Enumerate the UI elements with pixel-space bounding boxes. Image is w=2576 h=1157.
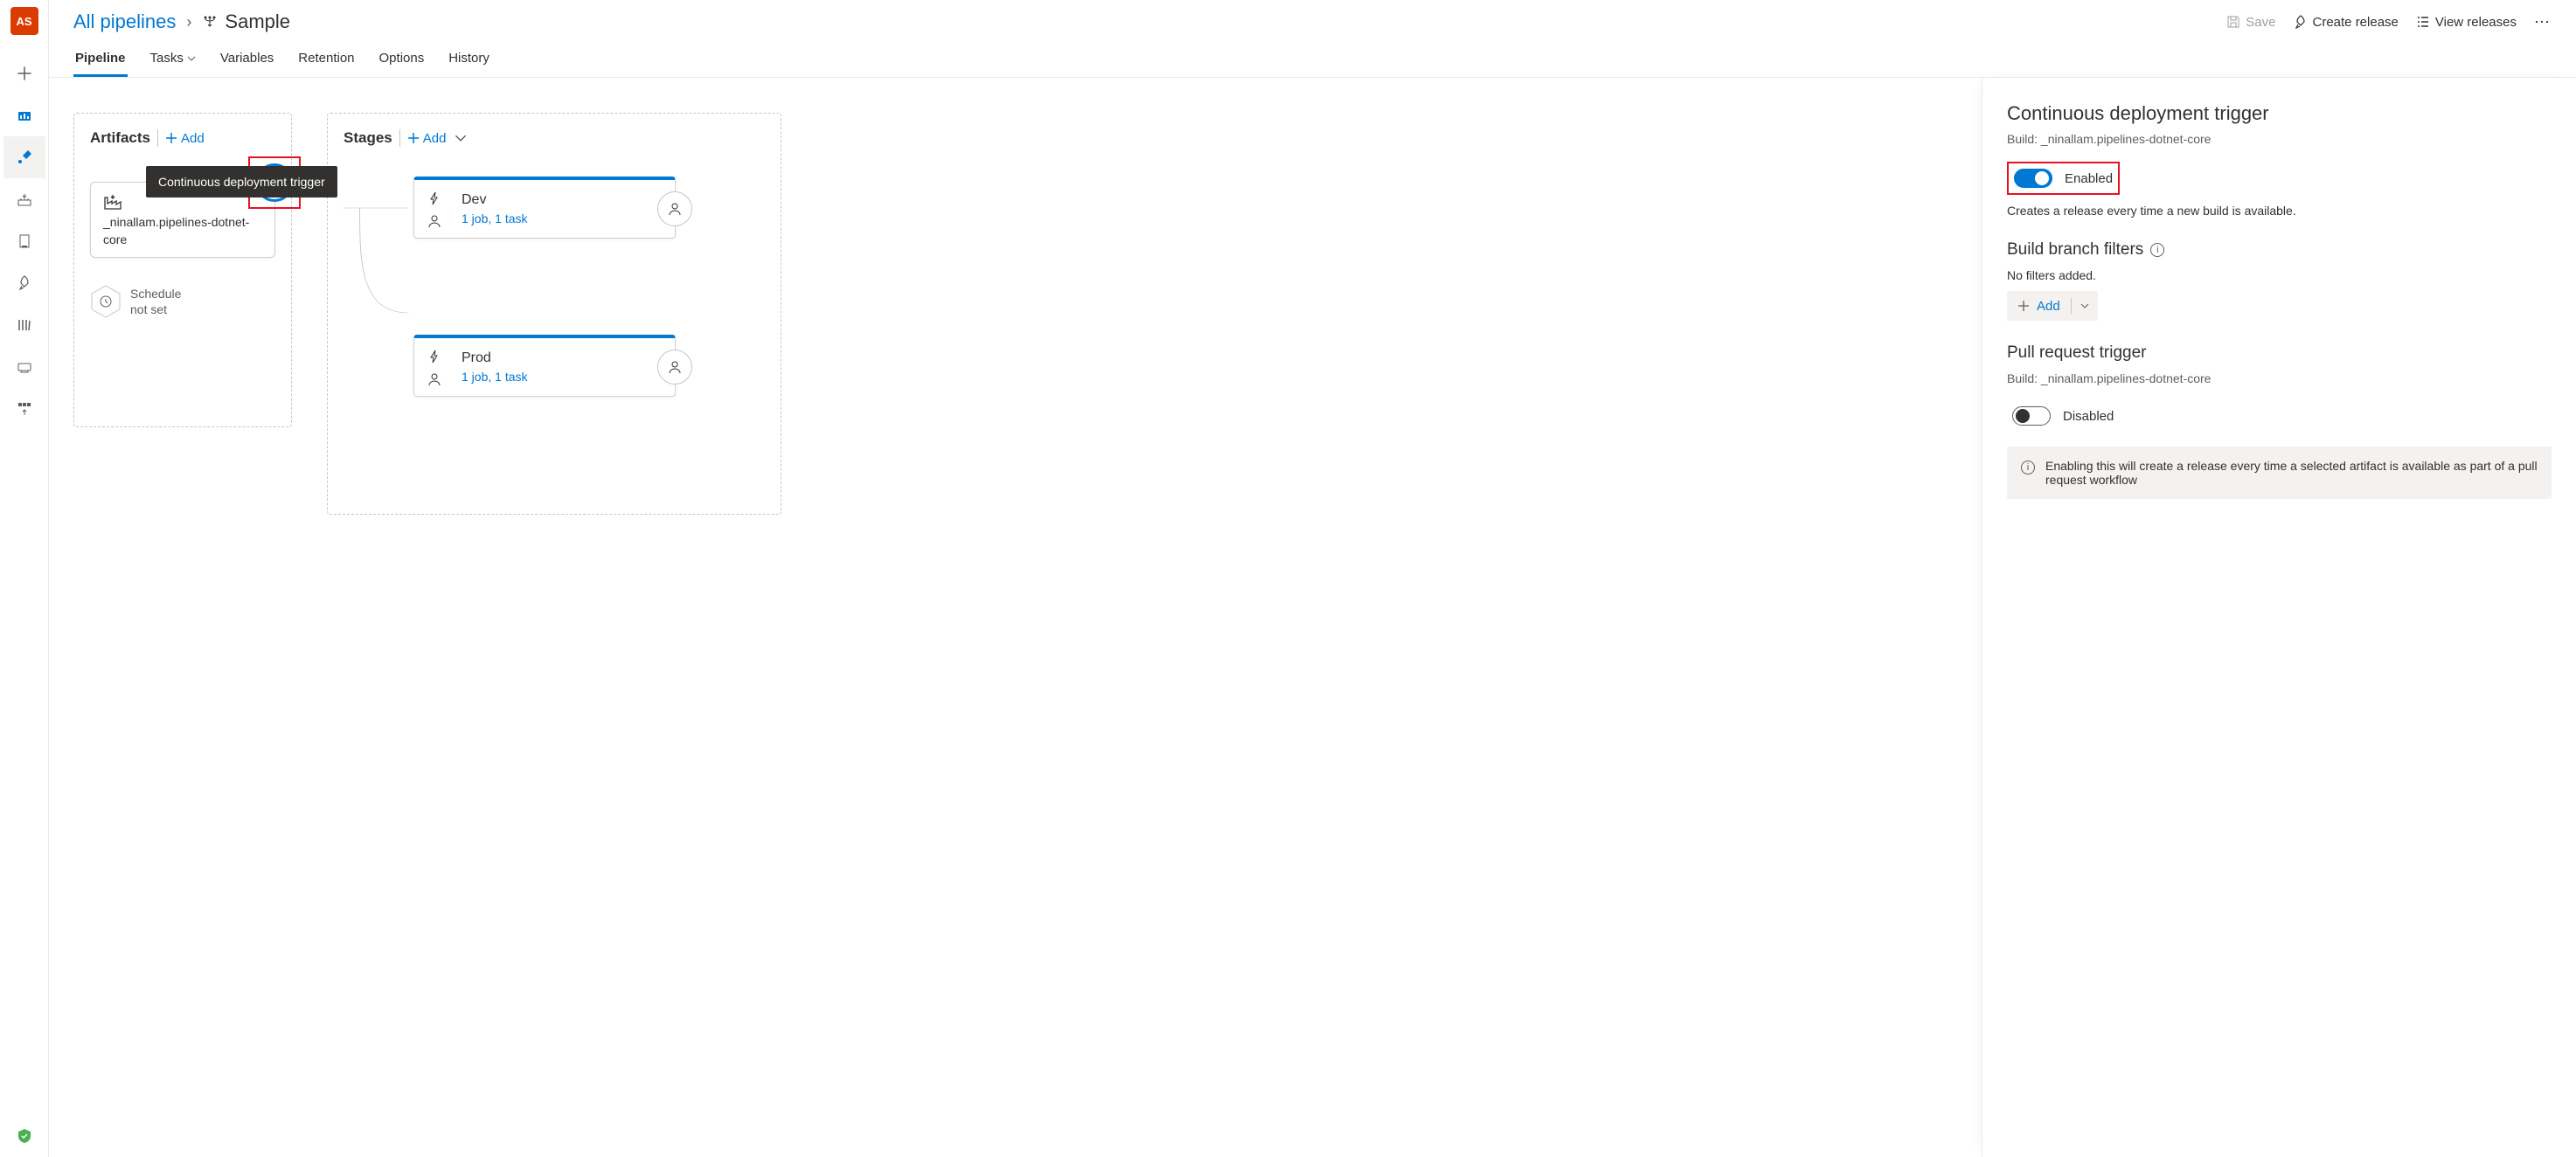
- info-icon: i: [2021, 461, 2035, 475]
- divider: [157, 129, 158, 147]
- add-branch-filter-button[interactable]: Add: [2007, 291, 2098, 321]
- pr-trigger-callout-text: Enabling this will create a release ever…: [2045, 459, 2538, 487]
- nav-test-icon[interactable]: [3, 220, 45, 262]
- tabs: Pipeline Tasks Variables Retention Optio…: [49, 37, 2576, 78]
- nav-pipelines-icon[interactable]: [3, 136, 45, 178]
- breadcrumb-title: Sample: [225, 10, 290, 33]
- nav-environments-icon[interactable]: [3, 346, 45, 388]
- schedule-badge[interactable]: Schedule not set: [90, 284, 275, 319]
- cd-trigger-build: Build: _ninallam.pipelines-dotnet-core: [2007, 132, 2552, 146]
- plus-icon: [2017, 300, 2030, 312]
- add-artifact-button[interactable]: Add: [165, 131, 205, 146]
- save-button: Save: [2226, 15, 2275, 30]
- chevron-down-icon: [187, 54, 196, 63]
- branch-filters-title: Build branch filters: [2007, 240, 2143, 260]
- nav-artifacts-icon[interactable]: [3, 178, 45, 220]
- nav-dashboard-icon[interactable]: [3, 94, 45, 136]
- stage-subtitle[interactable]: 1 job, 1 task: [462, 370, 622, 384]
- cd-trigger-section: Continuous deployment trigger Build: _ni…: [2007, 102, 2552, 218]
- create-release-button[interactable]: Create release: [2294, 15, 2399, 30]
- plus-icon: [165, 132, 177, 144]
- schedule-label-1: Schedule: [130, 286, 181, 301]
- plus-icon: [407, 132, 420, 144]
- stage-subtitle[interactable]: 1 job, 1 task: [462, 211, 622, 225]
- stage-approver-button[interactable]: [657, 191, 692, 226]
- tab-options[interactable]: Options: [378, 44, 427, 77]
- pr-trigger-toggle-row: Disabled: [2007, 401, 2119, 431]
- artifact-name: _ninallam.pipelines-dotnet-core: [103, 214, 262, 248]
- pr-trigger-toggle[interactable]: [2012, 406, 2051, 426]
- person-icon: [667, 359, 683, 375]
- person-icon: [667, 201, 683, 217]
- person-icon: [427, 371, 442, 387]
- info-icon[interactable]: i: [2150, 243, 2164, 257]
- header: All pipelines › Sample Save Create relea…: [49, 0, 2576, 37]
- more-actions-button[interactable]: ⋯: [2534, 13, 2552, 31]
- rocket-icon: [2294, 15, 2308, 29]
- stage-name: Prod: [462, 350, 622, 366]
- clock-icon: [99, 294, 113, 308]
- cd-trigger-toggle-label: Enabled: [2065, 171, 2113, 186]
- nav-shield-icon[interactable]: [3, 1115, 45, 1157]
- stage-prod[interactable]: Prod 1 job, 1 task: [413, 335, 676, 397]
- tab-history[interactable]: History: [447, 44, 491, 77]
- pr-trigger-toggle-label: Disabled: [2063, 409, 2114, 424]
- branch-filters-empty: No filters added.: [2007, 268, 2552, 282]
- bolt-icon: [427, 191, 442, 206]
- add-stage-button[interactable]: Add: [407, 131, 468, 146]
- cd-trigger-toggle[interactable]: [2014, 169, 2052, 188]
- cd-trigger-tooltip: Continuous deployment trigger: [146, 166, 337, 197]
- stages-panel: Stages Add: [327, 113, 781, 515]
- breadcrumb-separator: ›: [186, 13, 191, 31]
- save-icon: [2226, 15, 2240, 29]
- schedule-label-2: not set: [130, 301, 181, 317]
- pipeline-canvas: Artifacts Add Continuous deployment trig…: [49, 78, 1982, 1157]
- chevron-down-icon: [455, 132, 467, 144]
- pr-trigger-build: Build: _ninallam.pipelines-dotnet-core: [2007, 371, 2552, 385]
- cd-trigger-desc: Creates a release every time a new build…: [2007, 204, 2552, 218]
- cd-trigger-toggle-row: Enabled: [2007, 162, 2120, 195]
- nav-rocket-icon[interactable]: [3, 262, 45, 304]
- list-icon: [2416, 15, 2430, 29]
- artifacts-panel: Artifacts Add Continuous deployment trig…: [73, 113, 292, 427]
- stage-name: Dev: [462, 192, 622, 208]
- tab-retention[interactable]: Retention: [296, 44, 356, 77]
- stage-dev[interactable]: Dev 1 job, 1 task: [413, 177, 676, 239]
- pr-trigger-title: Pull request trigger: [2007, 343, 2146, 363]
- nav-library-icon[interactable]: [3, 304, 45, 346]
- nav-grid-up-icon[interactable]: [3, 388, 45, 430]
- tab-pipeline[interactable]: Pipeline: [73, 44, 128, 77]
- chevron-down-icon: [2080, 301, 2089, 310]
- artifacts-title: Artifacts: [90, 129, 150, 147]
- stages-title: Stages: [344, 129, 392, 147]
- bolt-icon: [427, 349, 442, 364]
- pr-trigger-callout: i Enabling this will create a release ev…: [2007, 447, 2552, 499]
- nav-add-icon[interactable]: [3, 52, 45, 94]
- tab-variables[interactable]: Variables: [219, 44, 275, 77]
- cd-trigger-title: Continuous deployment trigger: [2007, 102, 2552, 125]
- left-nav-rail: AS: [0, 0, 49, 1157]
- divider: [399, 129, 400, 147]
- tab-tasks[interactable]: Tasks: [149, 44, 198, 77]
- view-releases-button[interactable]: View releases: [2416, 15, 2517, 30]
- stage-approver-button[interactable]: [657, 350, 692, 385]
- right-panel: Continuous deployment trigger Build: _ni…: [1982, 78, 2576, 1157]
- add-branch-filter-dropdown[interactable]: [2072, 291, 2098, 321]
- pipeline-fork-icon: [202, 14, 218, 30]
- person-icon: [427, 213, 442, 229]
- branch-filters-section: Build branch filters i No filters added.…: [2007, 240, 2552, 321]
- pr-trigger-section: Pull request trigger Build: _ninallam.pi…: [2007, 343, 2552, 499]
- project-avatar[interactable]: AS: [10, 7, 38, 35]
- breadcrumb-root[interactable]: All pipelines: [73, 10, 176, 33]
